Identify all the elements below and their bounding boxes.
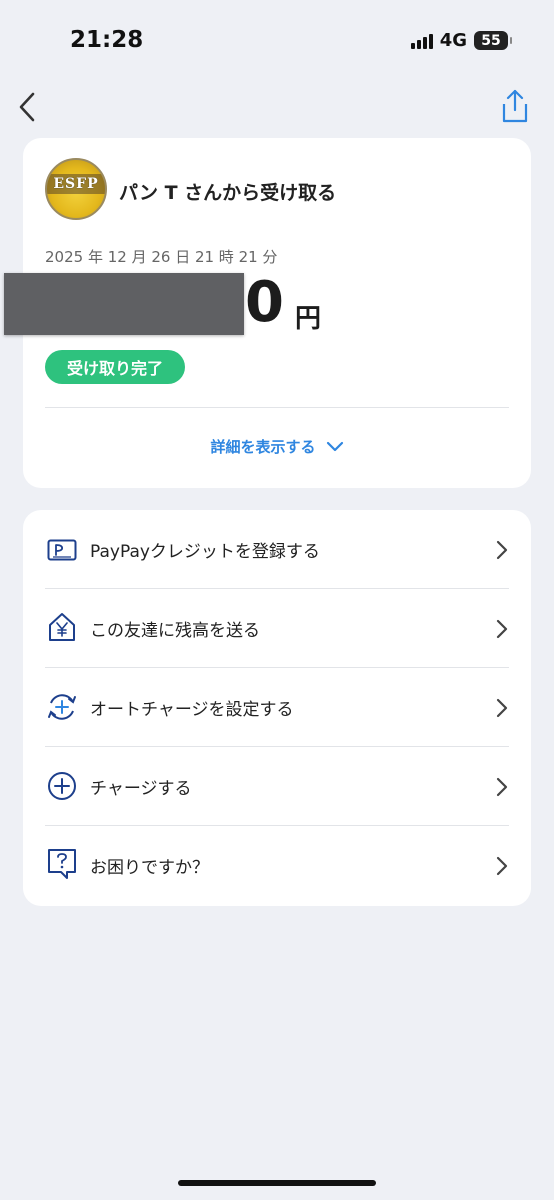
action-charge[interactable]: チャージする [23,747,531,826]
share-button[interactable] [500,88,530,124]
amount-value: 0 [245,270,284,335]
status-indicators: 4G 55 [410,30,512,51]
chevron-right-icon [496,698,508,717]
plus-circle-icon [46,770,78,802]
status-badge: 受け取り完了 [45,350,186,384]
receipt-date: 2025 年 12 月 26 日 21 時 21 分 [45,248,278,266]
action-label: この友達に残高を送る [90,621,260,641]
receipt-card: ESFP パン T さんから受け取る 2025 年 12 月 26 日 21 時… [4,138,531,488]
status-time: 21:28 [70,27,144,53]
action-register-credit[interactable]: PayPayクレジットを登録する [23,510,531,589]
action-auto-charge[interactable]: オートチャージを設定する [23,668,531,747]
avatar-logo-text: ESFP [53,176,99,192]
receipt-title: パン T さんから受け取る [119,182,337,204]
status-bar: 21:28 4G 55 [0,0,554,80]
network-type: 4G [439,30,467,51]
signal-icon [410,33,433,49]
battery-icon: 55 [474,31,512,50]
divider [45,407,509,408]
action-label: チャージする [90,779,192,799]
show-details-label: 詳細を表示する [210,438,316,456]
help-chat-icon [46,848,78,880]
auto-charge-icon [46,691,78,723]
action-send-balance[interactable]: この友達に残高を送る [23,589,531,668]
action-help[interactable]: お困りですか？ [23,826,531,905]
avatar[interactable]: ESFP [45,158,107,220]
page: 21:28 4G 55 ESFP パン T さんから受け取る 2025 年 12… [0,0,554,1200]
chevron-right-icon [496,540,508,559]
actions-card: PayPayクレジットを登録する この友達に残高を送る オートチャージを設定する… [23,510,531,906]
action-label: PayPayクレジットを登録する [90,542,320,562]
chevron-left-icon [19,92,35,122]
share-icon [502,89,528,123]
amount-redaction [4,273,244,335]
action-label: お困りですか？ [90,858,209,878]
chevron-right-icon [496,619,508,638]
chevron-down-icon [326,441,343,451]
show-details-button[interactable]: 詳細を表示する [23,436,531,457]
home-indicator[interactable] [178,1180,376,1186]
action-label: オートチャージを設定する [90,700,294,720]
yen-house-icon [46,611,78,643]
battery-level: 55 [481,32,501,49]
back-button[interactable] [12,90,42,124]
credit-card-icon [46,534,78,566]
chevron-right-icon [496,777,508,796]
amount-unit: 円 [295,304,322,334]
chevron-right-icon [496,856,508,875]
